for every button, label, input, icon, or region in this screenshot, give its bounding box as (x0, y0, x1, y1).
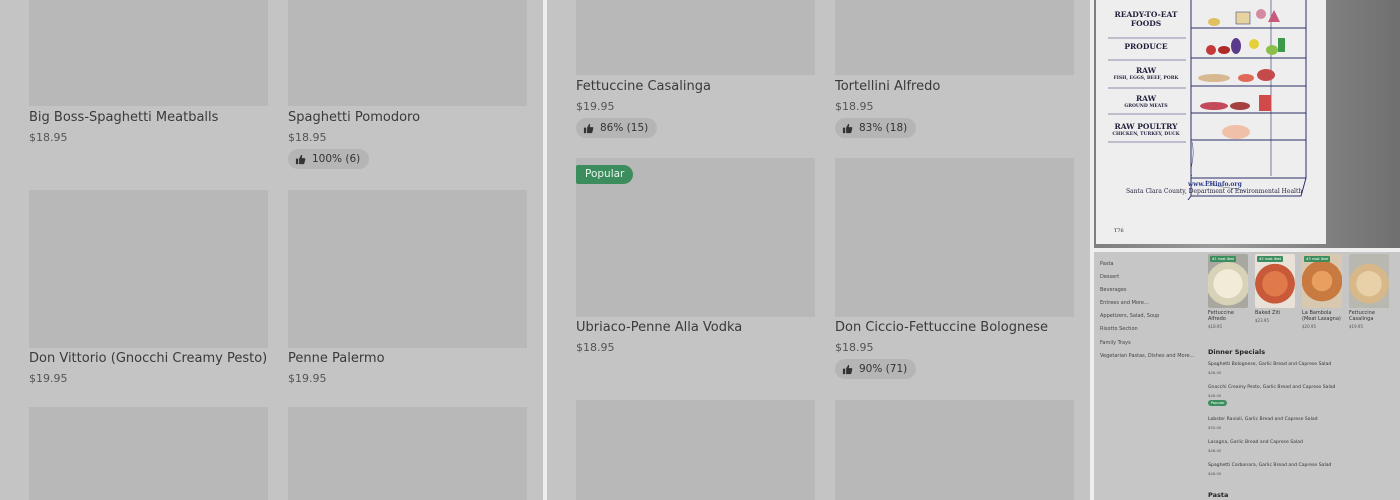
thumbs-up-icon (295, 154, 306, 164)
item-image-fettuccine-casalinga[interactable] (576, 0, 815, 75)
category-link[interactable]: Dessert (1100, 274, 1119, 280)
card-image-baked-ziti[interactable] (1255, 254, 1295, 308)
special-item-name[interactable]: Spaghetti Carbonara, Garlic Bread and Ca… (1208, 463, 1331, 468)
card-name[interactable]: La Bambola (Meat Lasagna) (1302, 310, 1344, 322)
menu-screenshot: Pasta Dessert Beverages Entrees and More… (1094, 252, 1400, 500)
chart-code: T76 (1114, 228, 1124, 234)
most-liked-tag: #2 most liked (1257, 256, 1284, 262)
card-name[interactable]: Fettuccine Casalinga (1349, 310, 1391, 322)
special-item-name[interactable]: Lasagna, Garlic Bread and Caprese Salad (1208, 440, 1303, 445)
item-price-tortellini-alfredo: $18.95 (835, 100, 874, 113)
card-price: $23.95 (1255, 318, 1269, 323)
dinner-specials-heading: Dinner Specials (1208, 348, 1266, 356)
label-ready-to-eat: READY-TO-EAT FOODS (1114, 10, 1178, 28)
label-raw-fish: RAW (1135, 66, 1157, 75)
item-image-don-ciccio[interactable] (835, 158, 1074, 317)
rating-text: 90% (71) (859, 363, 908, 375)
label-produce: PRODUCE (1124, 42, 1168, 51)
item-price-don-ciccio: $18.95 (835, 341, 874, 354)
item-price-spaghetti-pomodoro: $18.95 (288, 131, 327, 144)
food-storage-chart-photo: READY-TO-EAT FOODS PRODUCE RAW FISH, EGGS… (1094, 0, 1400, 248)
item-name-don-ciccio[interactable]: Don Ciccio-Fettuccine Bolognese (835, 320, 1048, 335)
category-link[interactable]: Appetizers, Salad, Soup (1100, 313, 1159, 319)
item-image-row3-left[interactable] (29, 407, 268, 500)
item-name-penne-palermo[interactable]: Penne Palermo (288, 351, 385, 366)
item-name-fettuccine-casalinga[interactable]: Fettuccine Casalinga (576, 79, 711, 94)
card-price: $18.95 (1208, 324, 1222, 329)
item-image-row3-right[interactable] (835, 400, 1074, 500)
most-liked-tag: #3 most liked (1304, 256, 1331, 262)
category-link[interactable]: Risotto Section (1100, 326, 1138, 332)
item-name-big-boss[interactable]: Big Boss-Spaghetti Meatballs (29, 110, 218, 125)
rating-badge-spaghetti-pomodoro: 100% (6) (288, 149, 370, 169)
special-item-price: $46.00 (1208, 370, 1222, 375)
label-raw-fish-sub: FISH, EGGS, BEEF, PORK (1113, 76, 1179, 81)
item-name-don-vittorio[interactable]: Don Vittorio (Gnocchi Creamy Pesto) (29, 351, 267, 366)
card-image-fettuccine-casalinga[interactable] (1349, 254, 1389, 308)
special-item-name[interactable]: Gnocchi Creamy Pesto, Garlic Bread and C… (1208, 385, 1335, 390)
thumbs-up-icon (583, 123, 594, 133)
most-liked-tag: #1 most liked (1210, 256, 1237, 262)
item-name-ubriaco[interactable]: Ubriaco-Penne Alla Vodka (576, 320, 742, 335)
card-price: $19.95 (1349, 324, 1363, 329)
card-name[interactable]: Fettuccine Alfredo (1208, 310, 1248, 322)
popular-badge: Popular (1208, 400, 1228, 406)
item-price-fettuccine-casalinga: $19.95 (576, 100, 615, 113)
special-item-price: $46.00 (1208, 393, 1222, 398)
item-image-row3-left[interactable] (576, 400, 815, 500)
item-name-spaghetti-pomodoro[interactable]: Spaghetti Pomodoro (288, 110, 420, 125)
item-image-tortellini-alfredo[interactable] (835, 0, 1074, 75)
item-price-big-boss: $18.95 (29, 131, 68, 144)
card-price: $20.95 (1302, 324, 1316, 329)
card-image-fettuccine-alfredo[interactable] (1208, 254, 1248, 308)
rating-text: 86% (15) (600, 122, 649, 134)
popular-badge: Popular (576, 165, 634, 184)
category-link[interactable]: Beverages (1100, 287, 1127, 293)
category-link[interactable]: Family Trays (1100, 340, 1131, 346)
pasta-heading: Pasta (1208, 491, 1229, 499)
menu-panel-middle: Fettuccine Casalinga $19.95 86% (15) Tor… (547, 0, 1090, 500)
storage-chart-sheet: READY-TO-EAT FOODS PRODUCE RAW FISH, EGGS… (1096, 0, 1326, 244)
special-item-name[interactable]: Lobster Ravioli, Garlic Bread and Capres… (1208, 417, 1318, 422)
item-name-tortellini-alfredo[interactable]: Tortellini Alfredo (835, 79, 940, 94)
item-image-row3-right[interactable] (288, 407, 527, 500)
item-image-big-boss[interactable] (29, 0, 268, 106)
special-item-price: $46.00 (1208, 471, 1222, 476)
card-name[interactable]: Baked Ziti (1255, 310, 1295, 316)
menu-panel-left: Big Boss-Spaghetti Meatballs $18.95 Spag… (0, 0, 543, 500)
label-raw-ground: RAW (1135, 94, 1157, 103)
rating-badge-don-ciccio: 90% (71) (835, 359, 917, 379)
special-item-price: $46.00 (1208, 448, 1222, 453)
item-price-don-vittorio: $19.95 (29, 372, 68, 385)
label-raw-ground-sub: GROUND MEATS (1124, 104, 1168, 109)
card-image-la-bambola[interactable] (1302, 254, 1342, 308)
item-image-spaghetti-pomodoro[interactable] (288, 0, 527, 106)
rating-badge-fettuccine-casalinga: 86% (15) (576, 118, 658, 138)
category-link[interactable]: Pasta (1100, 261, 1113, 267)
label-raw-poultry-sub: CHICKEN, TURKEY, DUCK (1112, 132, 1180, 137)
category-link[interactable]: Entrees and More... (1100, 300, 1149, 306)
chart-url: www.EHinfo.org (1188, 181, 1242, 188)
label-raw-poultry: RAW POULTRY (1114, 122, 1178, 131)
special-item-name[interactable]: Spaghetti Bolognese, Garlic Bread and Ca… (1208, 362, 1331, 367)
rating-text: 100% (6) (312, 153, 361, 165)
item-price-penne-palermo: $19.95 (288, 372, 327, 385)
item-price-ubriaco: $18.95 (576, 341, 615, 354)
category-link[interactable]: Vegetarian Pastas, Dishes and More... (1100, 353, 1194, 359)
thumbs-up-icon (842, 364, 853, 374)
rating-text: 83% (18) (859, 122, 908, 134)
special-item-price: $50.00 (1208, 425, 1222, 430)
rating-badge-tortellini-alfredo: 83% (18) (835, 118, 917, 138)
item-image-don-vittorio[interactable] (29, 190, 268, 348)
chart-agency: Santa Clara County, Department of Enviro… (1126, 188, 1303, 195)
thumbs-up-icon (842, 123, 853, 133)
item-image-penne-palermo[interactable] (288, 190, 527, 348)
